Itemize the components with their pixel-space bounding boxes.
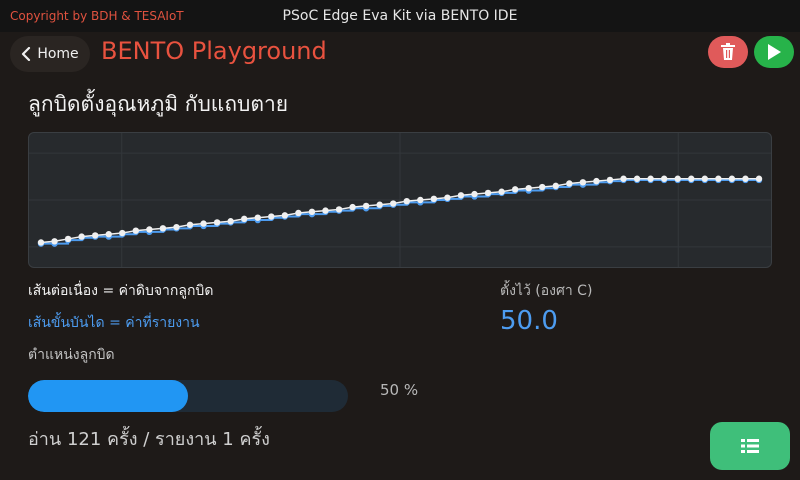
raw-point-41 [593,177,600,185]
raw-point-51 [728,175,736,182]
raw-point-10 [173,223,180,231]
raw-point-1 [51,238,58,245]
knob-position-fill [28,380,188,412]
setpoint-value: 50.0 [500,306,558,336]
app-title: BENTO Playground [101,37,327,65]
raw-point-48 [688,175,695,182]
raw-point-17 [268,213,275,220]
raw-point-4 [91,232,99,239]
raw-point-3 [78,233,85,240]
raw-point-30 [444,194,451,201]
raw-point-6 [119,229,126,237]
raw-point-15 [241,215,248,223]
raw-point-36 [525,185,532,192]
setpoint-label: ตั้งไว้ (องศา C) [500,283,593,299]
chart-grid [29,133,771,267]
raw-point-25 [376,201,383,208]
run-button[interactable] [754,36,794,68]
read-report-stats: อ่าน 121 ครั้ง / รายงาน 1 ครั้ง [28,429,270,450]
window-titlebar: Copyright by BDH & TESAIoT PSoC Edge Eva… [0,0,800,32]
raw-point-42 [606,176,614,184]
raw-point-8 [146,226,153,233]
raw-point-21 [322,207,329,214]
raw-point-35 [511,186,519,193]
raw-point-12 [200,220,207,227]
raw-point-28 [417,196,424,204]
raw-point-26 [390,200,397,207]
raw-point-34 [498,188,505,195]
delete-button[interactable] [708,36,748,68]
raw-point-45 [647,175,654,182]
raw-point-38 [552,182,559,190]
raw-point-22 [335,206,343,213]
raw-point-20 [308,208,316,215]
raw-point-49 [701,175,709,182]
raw-point-19 [295,209,302,217]
raw-point-31 [457,192,465,199]
window-title: PSoC Edge Eva Kit via BENTO IDE [282,8,518,24]
raw-point-46 [660,175,668,182]
raw-point-52 [742,175,749,182]
raw-point-32 [471,190,478,198]
raw-point-50 [715,175,722,182]
raw-point-14 [227,218,234,225]
home-button-label: Home [37,46,79,62]
raw-point-23 [349,203,356,211]
raw-point-0 [37,239,45,246]
raw-point-39 [566,180,573,187]
list-icon [741,439,759,453]
knob-chart-svg [29,133,771,267]
raw-point-27 [403,197,410,205]
raw-point-44 [633,175,641,182]
chevron-left-icon [22,47,31,61]
raw-point-16 [254,214,261,221]
raw-point-43 [620,175,627,182]
raw-point-9 [159,225,167,232]
raw-point-5 [105,231,112,238]
raw-point-2 [64,235,72,243]
raw-point-29 [430,195,438,203]
raw-point-11 [186,221,194,228]
raw-point-18 [281,212,289,219]
trash-icon [721,43,735,60]
list-view-button[interactable] [710,422,790,470]
raw-point-33 [484,189,492,197]
legend-reported: เส้นขั้นบันได = ค่าที่รายงาน [28,315,200,331]
knob-position-label: ตำแหน่งลูกบิด [28,347,115,363]
knob-position-bar [28,380,348,412]
raw-point-47 [674,175,681,182]
raw-point-24 [362,202,370,210]
raw-point-37 [539,183,546,191]
legend-raw: เส้นต่อเนื่อง = ค่าดิบจากลูกบิด [28,283,214,299]
raw-point-7 [132,227,140,234]
raw-point-40 [579,179,587,186]
raw-point-53 [755,175,763,182]
page-heading: ลูกบิดตั้งอุณหภูมิ กับแถบตาย [28,92,289,116]
knob-position-percent: 50 % [380,381,419,399]
knob-chart [28,132,772,268]
play-icon [768,44,781,60]
home-button[interactable]: Home [10,36,90,72]
raw-point-13 [213,219,221,226]
